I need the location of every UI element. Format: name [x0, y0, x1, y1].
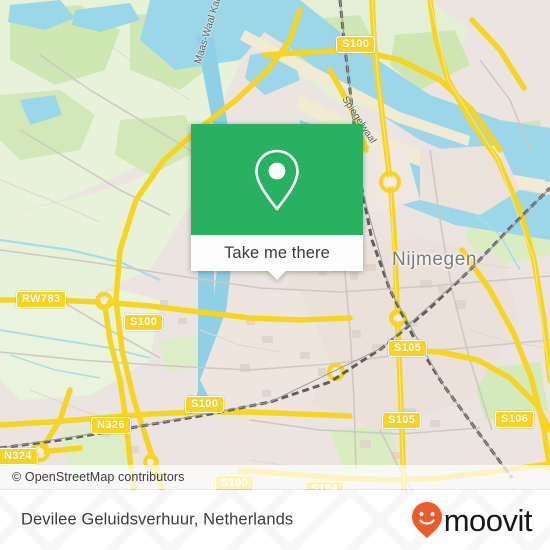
- moovit-smiley-pin-icon: [411, 502, 442, 538]
- attribution-text: © OpenStreetMap contributors: [12, 470, 185, 484]
- road-shield-s105-south[interactable]: S105: [382, 412, 422, 429]
- road-shield-s100-west[interactable]: S100: [124, 314, 164, 331]
- road-shield-s100-mid[interactable]: S100: [185, 396, 225, 413]
- road-shield-s100-north[interactable]: S100: [336, 36, 376, 53]
- location-title: Devilee Geluidsverhuur, Netherlands: [21, 510, 294, 529]
- footer-bar: Devilee Geluidsverhuur, Netherlands moov…: [0, 490, 550, 550]
- take-me-there-label: Take me there: [224, 243, 330, 262]
- moovit-brand[interactable]: moovit: [411, 501, 533, 539]
- place-label-nijmegen: Nijmegen: [392, 249, 478, 270]
- road-shield-s105-north[interactable]: S105: [388, 340, 428, 357]
- road-shield-n326[interactable]: N326: [91, 417, 131, 434]
- road-shield-rw783[interactable]: RW783: [16, 291, 67, 308]
- location-pin-icon: [255, 149, 299, 210]
- moovit-location-map-card: Maas-Waal Kanaal Spiegelwaal Nijmegen S1…: [0, 0, 550, 550]
- callout-action[interactable]: Take me there: [191, 235, 363, 280]
- location-callout[interactable]: Take me there: [191, 124, 363, 280]
- callout-tail: [268, 271, 286, 280]
- callout-icon-area: [191, 124, 363, 235]
- road-shield-s106[interactable]: S106: [495, 411, 535, 428]
- road-shield-n324[interactable]: N324: [0, 448, 38, 465]
- map-attribution: © OpenStreetMap contributors: [0, 465, 550, 489]
- moovit-wordmark: moovit: [443, 502, 533, 538]
